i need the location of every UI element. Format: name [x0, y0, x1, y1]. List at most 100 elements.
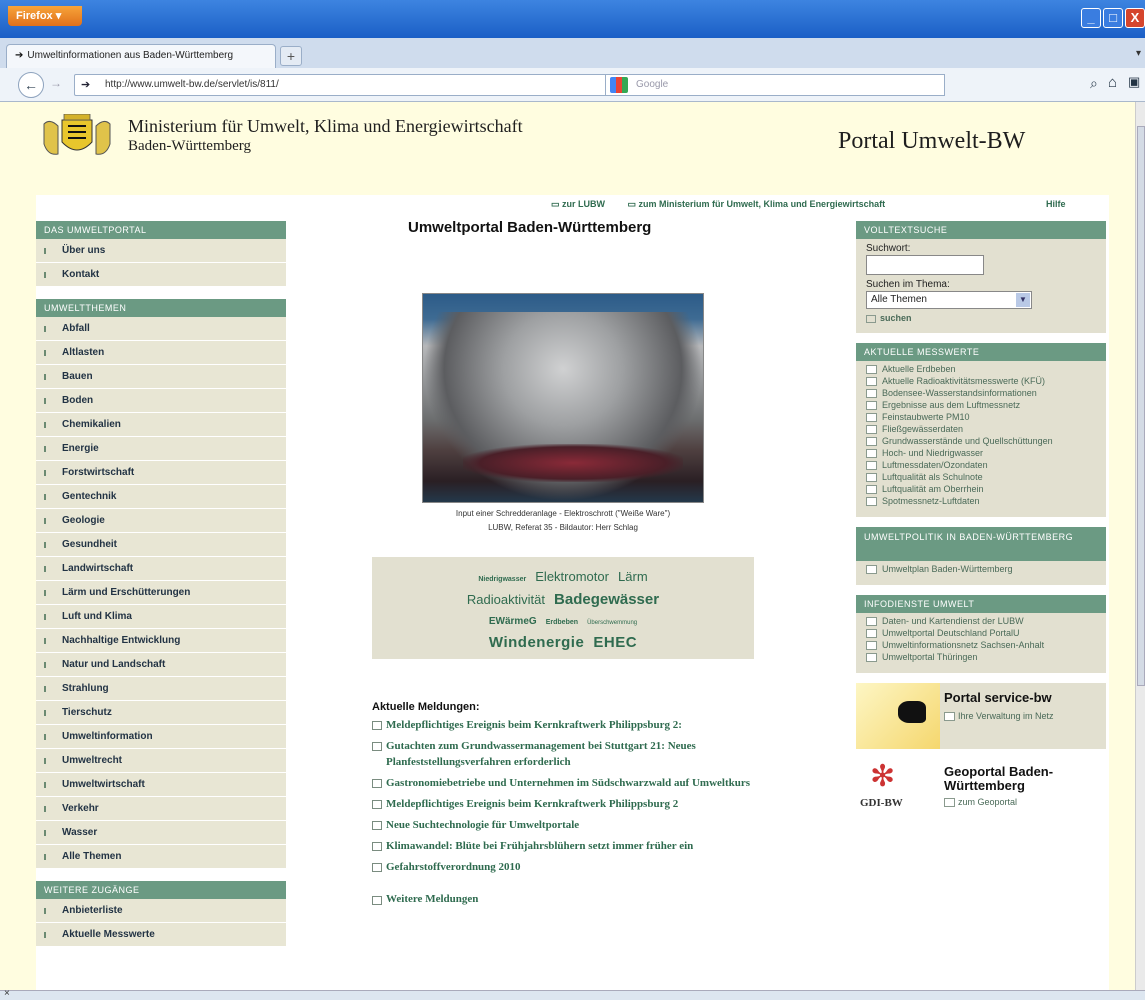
tag-link[interactable]: Lärm [618, 569, 648, 584]
tag-link[interactable]: Überschwemmung [587, 620, 637, 626]
nav-item[interactable]: Luft und Klima [36, 605, 286, 629]
service-link[interactable]: Umweltportal Deutschland PortalU [866, 628, 1096, 639]
nav-item[interactable]: Bauen [36, 365, 286, 389]
search-engine-icon[interactable] [610, 77, 628, 93]
nav-item[interactable]: Altlasten [36, 341, 286, 365]
service-link[interactable]: Umweltinformationsnetz Sachsen-Anhalt [866, 640, 1096, 651]
promo-service-bw[interactable]: Portal service-bw Ihre Verwaltung im Net… [856, 683, 1106, 749]
search-magnifier-icon[interactable]: ⌕ [1090, 75, 1098, 92]
tag-link[interactable]: Niedrigwasser [478, 576, 526, 583]
link-help[interactable]: Hilfe [1046, 199, 1066, 209]
nav-item[interactable]: Natur und Landschaft [36, 653, 286, 677]
nav-item[interactable]: Alle Themen [36, 845, 286, 869]
measurements-list: Aktuelle Erdbeben Aktuelle Radioaktivität… [856, 361, 1106, 511]
back-button[interactable]: ← [18, 72, 44, 98]
firefox-menu-button[interactable]: Firefox ▾ [8, 6, 82, 26]
tag-link[interactable]: EWärmeG [489, 616, 537, 627]
tag-link[interactable]: Erdbeben [546, 619, 578, 626]
measurement-link[interactable]: Feinstaubwerte PM10 [866, 412, 1096, 423]
nav-item[interactable]: Tierschutz [36, 701, 286, 725]
nav-item[interactable]: Über uns [36, 239, 286, 263]
news-item[interactable]: Gefahrstoffverordnung 2010 [372, 859, 762, 875]
news-item[interactable]: Neue Suchtechnologie für Umweltportale [372, 817, 762, 833]
news-item[interactable]: Klimawandel: Blüte bei Frühjahrsblühern … [372, 838, 762, 854]
more-news-link[interactable]: Weitere Meldungen [372, 893, 762, 905]
tag-link[interactable]: Elektromotor [535, 569, 609, 584]
nav-item[interactable]: Forstwirtschaft [36, 461, 286, 485]
measurement-link[interactable]: Aktuelle Erdbeben [866, 364, 1096, 375]
measurement-link[interactable]: Aktuelle Radioaktivitätsmesswerte (KFÜ) [866, 376, 1096, 387]
nav-portal-items: Über uns Kontakt [36, 239, 286, 287]
news-item[interactable]: Meldepflichtiges Ereignis beim Kernkraft… [372, 717, 762, 733]
tab-title: Umweltinformationen aus Baden-Württember… [27, 50, 234, 61]
link-ministry[interactable]: ▭ zum Ministerium für Umwelt, Klima und … [628, 199, 896, 209]
search-button[interactable]: suchen [866, 313, 1096, 323]
gdi-star-icon: ✻ [870, 760, 896, 793]
measurement-link[interactable]: Fließgewässerdaten [866, 424, 1096, 435]
measurement-link[interactable]: Luftqualität als Schulnote [866, 472, 1096, 483]
nav-item[interactable]: Chemikalien [36, 413, 286, 437]
news-item[interactable]: Gastronomiebetriebe und Unternehmen im S… [372, 775, 762, 791]
search-input[interactable]: Google [605, 74, 945, 96]
nav-item[interactable]: Lärm und Erschütterungen [36, 581, 286, 605]
bookmarks-menu-icon[interactable]: ▣ [1128, 74, 1140, 90]
tag-link[interactable]: Radioaktivität [467, 592, 545, 607]
nav-item[interactable]: Energie [36, 437, 286, 461]
nav-item[interactable]: Aktuelle Messwerte [36, 923, 286, 947]
measurement-link[interactable]: Ergebnisse aus dem Luftmessnetz [866, 400, 1096, 411]
nav-item[interactable]: Wasser [36, 821, 286, 845]
fulltext-search-box: Volltextsuche Suchwort: Suchen im Thema:… [856, 221, 1106, 333]
tag-link[interactable]: Badegewässer [554, 591, 659, 608]
promo-geoportal[interactable]: ✻ GDI-BW Geoportal Baden-Württemberg zum … [856, 757, 1106, 823]
tag-link[interactable]: Windenergie [489, 634, 584, 651]
page-favicon-icon: ➔ [15, 50, 24, 61]
home-icon[interactable]: ⌂ [1108, 74, 1117, 91]
nav-item[interactable]: Kontakt [36, 263, 286, 287]
nav-item[interactable]: Boden [36, 389, 286, 413]
new-tab-button[interactable]: + [280, 46, 302, 66]
nav-item[interactable]: Umweltrecht [36, 749, 286, 773]
measurement-link[interactable]: Hoch- und Niedrigwasser [866, 448, 1096, 459]
nav-item[interactable]: Gentechnik [36, 485, 286, 509]
link-lubw[interactable]: ▭ zur LUBW [551, 199, 615, 209]
status-close-icon[interactable]: × [4, 988, 10, 999]
news-item[interactable]: Meldepflichtiges Ereignis beim Kernkraft… [372, 796, 762, 812]
nav-item[interactable]: Geologie [36, 509, 286, 533]
nav-item[interactable]: Abfall [36, 317, 286, 341]
search-input[interactable] [866, 255, 984, 275]
nav-item[interactable]: Landwirtschaft [36, 557, 286, 581]
site-identity-icon[interactable]: ➔ [81, 78, 90, 91]
tag-link[interactable]: EHEC [593, 634, 637, 651]
nav-item[interactable]: Anbieterliste [36, 899, 286, 923]
portal-title: Portal Umwelt-BW [838, 128, 1026, 154]
service-link[interactable]: Daten- und Kartendienst der LUBW [866, 616, 1096, 627]
measurement-link[interactable]: Spotmessnetz-Luftdaten [866, 496, 1096, 507]
measurement-link[interactable]: Grundwasserstände und Quellschüttungen [866, 436, 1096, 447]
maximize-button[interactable]: □ [1103, 8, 1123, 28]
measurement-link[interactable]: Luftqualität am Oberrhein [866, 484, 1096, 495]
nav-item[interactable]: Umweltwirtschaft [36, 773, 286, 797]
measurement-link[interactable]: Bodensee-Wasserstandsinformationen [866, 388, 1096, 399]
service-link[interactable]: Umweltportal Thüringen [866, 652, 1096, 663]
nav-item[interactable]: Umweltinformation [36, 725, 286, 749]
promo-link[interactable]: zum Geoportal [944, 797, 1017, 807]
tab-active[interactable]: ➔ Umweltinformationen aus Baden-Württembe… [6, 44, 276, 68]
nav-themes-items: Abfall Altlasten Bauen Boden Chemikalien Ener… [36, 317, 286, 869]
forward-button[interactable]: → [46, 76, 66, 94]
promo-link[interactable]: Ihre Verwaltung im Netz [944, 711, 1054, 721]
nav-item[interactable]: Strahlung [36, 677, 286, 701]
theme-select[interactable]: Alle Themen ▼ [866, 291, 1032, 309]
chevron-down-icon[interactable]: ▼ [1016, 293, 1030, 307]
tab-list-icon[interactable]: ▾ [1136, 48, 1141, 59]
nav-item[interactable]: Verkehr [36, 797, 286, 821]
nav-item[interactable]: Gesundheit [36, 533, 286, 557]
minimize-button[interactable]: _ [1081, 8, 1101, 28]
politics-link[interactable]: Umweltplan Baden-Württemberg [866, 564, 1096, 575]
scrollbar-thumb[interactable] [1137, 126, 1145, 686]
news-item[interactable]: Gutachten zum Grundwassermanagement bei … [372, 738, 762, 770]
vertical-scrollbar[interactable] [1135, 102, 1145, 990]
nav-item[interactable]: Nachhaltige Entwicklung [36, 629, 286, 653]
measurement-link[interactable]: Luftmessdaten/Ozondaten [866, 460, 1096, 471]
url-bar[interactable]: ➔ http://www.umwelt-bw.de/servlet/is/811… [74, 74, 684, 96]
close-button[interactable]: X [1125, 8, 1145, 28]
